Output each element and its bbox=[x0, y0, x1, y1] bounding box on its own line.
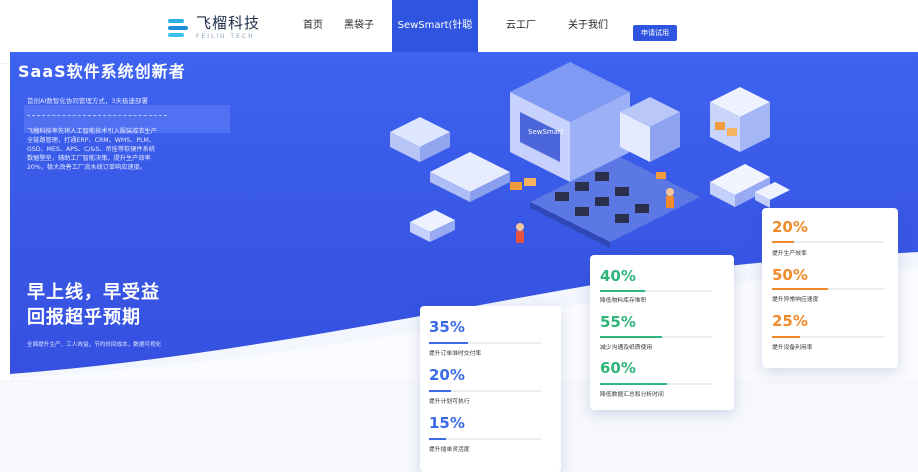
stat-label: 降低数据汇总和分析时间 bbox=[600, 392, 664, 398]
stats-card-right: 20% 提升生产效率 50% 提升异常响应速度 25% 提升设备利用率 bbox=[762, 208, 898, 368]
stat-bar bbox=[600, 290, 712, 292]
stat-bar bbox=[429, 342, 541, 344]
stat-bar bbox=[600, 336, 712, 338]
stat-bar bbox=[600, 383, 712, 385]
stat-value: 15% bbox=[429, 414, 465, 432]
stat-label: 提升生产效率 bbox=[772, 251, 807, 257]
stat-value: 20% bbox=[429, 366, 465, 384]
truck-illustration bbox=[710, 164, 790, 208]
stat-label: 提升设备利用率 bbox=[772, 345, 813, 351]
hero-divider bbox=[27, 115, 167, 116]
apply-trial-button[interactable]: 申请试用 bbox=[633, 25, 677, 41]
stat-label: 减少沟通及纸质使用 bbox=[600, 345, 653, 351]
hero-slogan-line2: 回报超乎预期 bbox=[27, 307, 141, 328]
stat-value: 20% bbox=[772, 218, 808, 236]
stat-bar bbox=[429, 390, 541, 392]
brand-name-cn: 飞榴科技 bbox=[196, 14, 261, 32]
hero-title: SaaS软件系统创新者 bbox=[18, 62, 186, 81]
logo-icon bbox=[168, 17, 190, 39]
stat-label: 提升订单准时交付率 bbox=[429, 351, 482, 357]
stat-bar bbox=[772, 336, 884, 338]
stat-value: 55% bbox=[600, 313, 636, 331]
stat-bar bbox=[772, 288, 884, 290]
brand-logo[interactable]: 飞榴科技 FEILIU TECH bbox=[168, 16, 260, 40]
stat-value: 35% bbox=[429, 318, 465, 336]
stat-value: 60% bbox=[600, 359, 636, 377]
hero-subtitle: 首创AI数智化协同管理方式，3天极速部署 bbox=[27, 97, 148, 105]
nav-item-about-us[interactable]: 关于我们 bbox=[560, 0, 616, 52]
stat-bar bbox=[429, 438, 541, 440]
illustration-label: SewSmart bbox=[528, 128, 564, 136]
stat-label: 提升异常响应速度 bbox=[772, 297, 819, 303]
nav-item-sewsmart[interactable]: SewSmart(针聪明) bbox=[392, 0, 478, 83]
stat-value: 50% bbox=[772, 266, 808, 284]
hero-bottom-text: 全面提升生产、工人效益，节约时间成本，数据可视化 bbox=[27, 342, 162, 348]
stat-label: 降低物料库存堆积 bbox=[600, 298, 647, 304]
hero-description: 飞榴科技率先将人工智能技术引入服装成衣生产全链路管理，打通ERP、CRM、WMS… bbox=[27, 128, 157, 171]
nav-item-cloud-factory[interactable]: 云工厂 bbox=[498, 0, 544, 52]
stats-card-middle: 40% 降低物料库存堆积 55% 减少沟通及纸质使用 60% 降低数据汇总和分析… bbox=[590, 255, 734, 410]
nav-item-home[interactable]: 首页 bbox=[296, 0, 330, 52]
nav-item-heidaizi[interactable]: 黑袋子 bbox=[338, 0, 380, 52]
brand-name-en: FEILIU TECH bbox=[196, 33, 255, 40]
stat-value: 25% bbox=[772, 312, 808, 330]
stat-label: 提升计划可执行 bbox=[429, 399, 470, 405]
stat-bar bbox=[772, 241, 884, 243]
stats-card-left: 35% 提升订单准时交付率 20% 提升计划可执行 15% 提升插单灵活度 bbox=[420, 306, 561, 472]
truck-illustration-left bbox=[410, 210, 455, 242]
hero-slogan-line1: 早上线，早受益 bbox=[27, 282, 160, 303]
stat-label: 提升插单灵活度 bbox=[429, 447, 470, 453]
stat-value: 40% bbox=[600, 267, 636, 285]
